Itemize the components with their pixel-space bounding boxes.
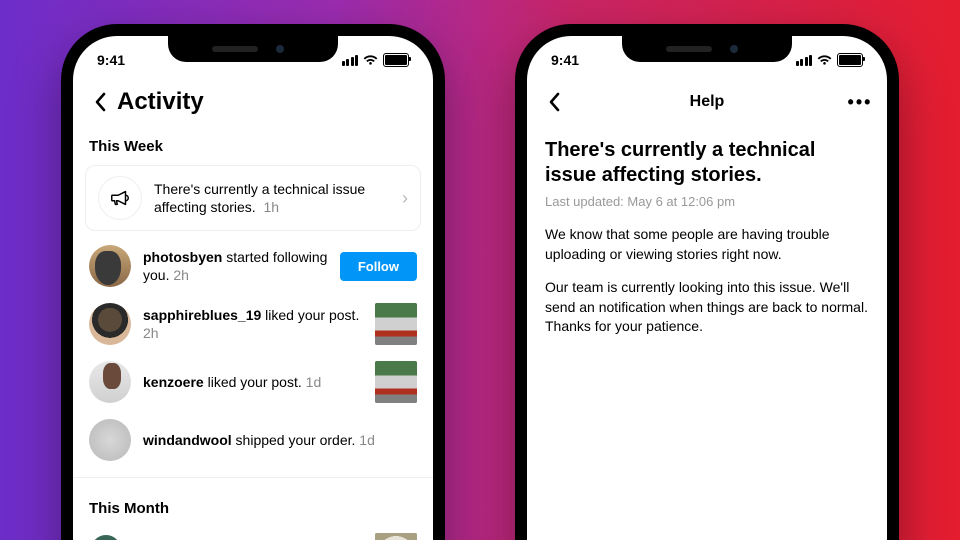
help-paragraph: We know that some people are having trou… [545,225,869,264]
wifi-icon [817,55,832,66]
avatar[interactable] [89,303,131,345]
help-updated: Last updated: May 6 at 12:06 pm [545,194,869,209]
activity-row[interactable]: eloears,lil_lapislazuli and others liked… [73,525,433,540]
activity-text: eloears,lil_lapislazuli and others liked… [149,536,363,540]
status-right [342,53,410,67]
time: 2h [173,267,189,283]
username[interactable]: windandwool [143,432,232,448]
notch [622,36,792,62]
more-button[interactable]: ••• [845,87,875,117]
notch [168,36,338,62]
back-button[interactable] [83,85,117,119]
activity-row[interactable]: photosbyen started following you. 2h Fol… [73,237,433,295]
username[interactable]: photosbyen [143,249,222,265]
follow-button[interactable]: Follow [340,252,417,281]
activity-text: windandwool shipped your order. 1d [143,431,417,449]
alert-text: There's currently a technical issue affe… [154,180,390,216]
chevron-right-icon: › [402,188,408,209]
nav-activity: Activity [73,80,433,124]
canvas: 9:41 Activity This Week There's currentl… [0,0,960,540]
section-this-week: This Week [73,124,433,163]
post-thumb[interactable] [375,361,417,403]
post-thumb[interactable] [375,533,417,540]
status-time: 9:41 [551,52,579,68]
alert-row[interactable]: There's currently a technical issue affe… [85,165,421,231]
avatar[interactable] [89,245,131,287]
battery-icon [837,53,863,67]
username[interactable]: kenzoere [143,374,204,390]
phone-right: 9:41 Help ••• There's currently a techni… [515,24,899,540]
battery-icon [383,53,409,67]
help-body: There's currently a technical issue affe… [527,124,887,365]
time: 1d [306,374,322,390]
status-right [796,53,864,67]
phone-left: 9:41 Activity This Week There's currentl… [61,24,445,540]
activity-row[interactable]: kenzoere liked your post. 1d [73,353,433,411]
avatar[interactable] [89,419,131,461]
wifi-icon [363,55,378,66]
screen-help: 9:41 Help ••• There's currently a techni… [527,36,887,540]
post-thumb[interactable] [375,303,417,345]
activity-text: sapphireblues_19 liked your post. 2h [143,306,363,342]
screen-activity: 9:41 Activity This Week There's currentl… [73,36,433,540]
activity-text: kenzoere liked your post. 1d [143,373,363,391]
status-time: 9:41 [97,52,125,68]
megaphone-icon [98,176,142,220]
activity-text: photosbyen started following you. 2h [143,248,328,284]
help-paragraph: Our team is currently looking into this … [545,278,869,337]
signal-icon [342,55,359,66]
alert-time: 1h [263,199,279,215]
section-this-month: This Month [73,486,433,525]
time: 2h [143,325,159,341]
page-title: Activity [117,88,204,116]
avatar-cluster[interactable] [89,533,137,540]
nav-help: Help ••• [527,80,887,124]
activity-row[interactable]: sapphireblues_19 liked your post. 2h [73,295,433,353]
alert-body: There's currently a technical issue affe… [154,181,365,215]
divider [73,477,433,478]
time: 1d [359,432,375,448]
username[interactable]: sapphireblues_19 [143,307,261,323]
avatar[interactable] [89,361,131,403]
page-title: Help [527,93,887,111]
signal-icon [796,55,813,66]
help-heading: There's currently a technical issue affe… [545,138,869,188]
activity-row[interactable]: windandwool shipped your order. 1d [73,411,433,469]
